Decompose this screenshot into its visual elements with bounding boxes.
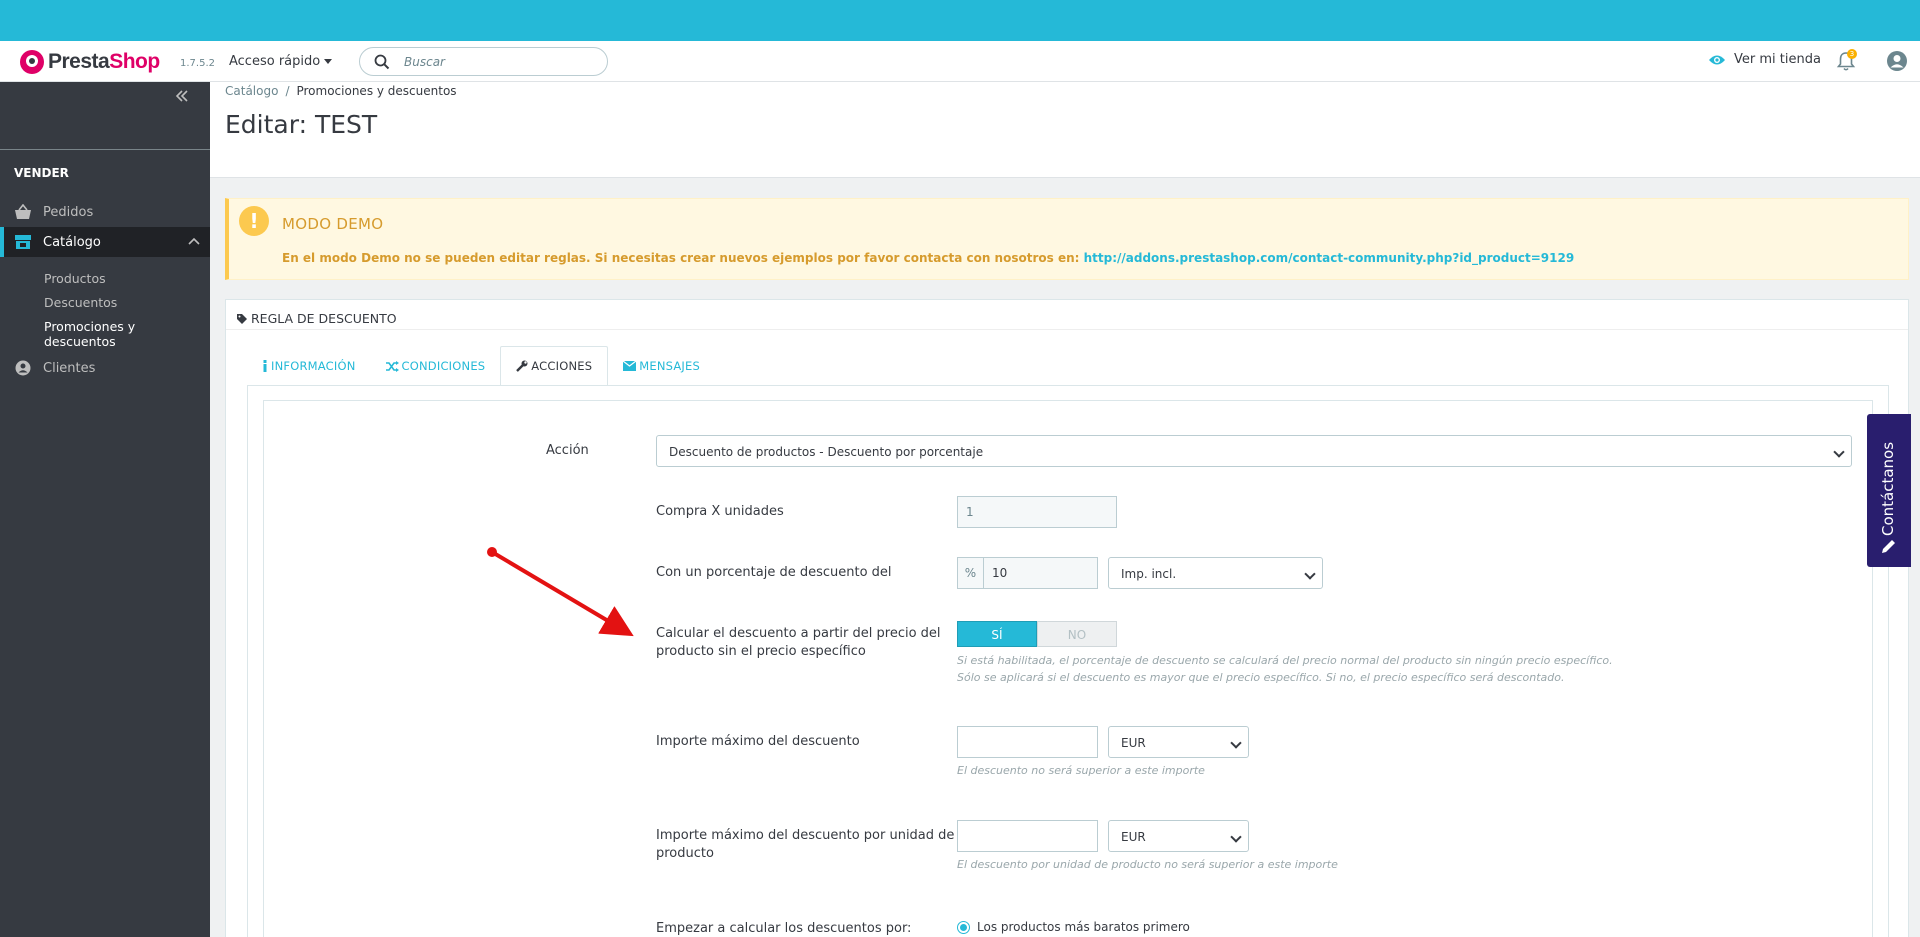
sidebar-section-heading: VENDER (14, 166, 69, 180)
prestashop-logo[interactable]: PrestaShop (20, 49, 160, 75)
max-unit-currency-select[interactable]: EUR (1108, 820, 1249, 852)
max-currency-select[interactable]: EUR (1108, 726, 1249, 758)
percent-addon: % (957, 557, 984, 589)
radio-label: Los productos más baratos primero (977, 920, 1190, 934)
page-title: Editar: TEST (225, 110, 378, 139)
breadcrumb-parent[interactable]: Catálogo (225, 84, 278, 98)
breadcrumb: Catálogo / Promociones y descuentos (225, 84, 457, 98)
tab-actions[interactable]: ACCIONES (500, 346, 609, 386)
search-icon[interactable] (374, 54, 390, 70)
sidebar-item-catalog[interactable]: Catálogo (0, 227, 210, 257)
sidebar: VENDER Pedidos Catálogo Productos Descue… (0, 82, 210, 937)
exclamation-icon: ! (239, 206, 269, 236)
action-select[interactable]: Descuento de productos - Descuento por p… (656, 435, 1852, 467)
sidebar-item-label: Pedidos (43, 204, 94, 220)
buy-x-label: Compra X unidades (656, 504, 784, 519)
sidebar-item-customers[interactable]: Clientes (0, 353, 210, 383)
tax-select[interactable]: Imp. incl. (1108, 557, 1323, 589)
tab-messages[interactable]: MENSAJES (608, 346, 715, 386)
tab-label: CONDICIONES (401, 359, 486, 373)
contact-us-tab[interactable]: Contáctanos (1867, 414, 1911, 567)
user-circle-icon (14, 359, 32, 377)
envelope-icon (623, 361, 637, 371)
chevron-up-icon (188, 237, 200, 245)
panel-heading-label: REGLA DE DESCUENTO (251, 311, 397, 326)
tab-conditions[interactable]: CONDICIONES (371, 346, 501, 386)
search-box (359, 47, 608, 76)
info-icon (263, 360, 267, 372)
eye-icon (1709, 55, 1725, 64)
sidebar-subitem-promotions[interactable]: Promociones y descuentos (44, 319, 210, 349)
max-unit-label-line1: Importe máximo del descuento por unidad … (656, 828, 955, 843)
top-color-bar (0, 0, 1920, 41)
header: PrestaShop 1.7.5.2 Acceso rápido Ver mi … (0, 41, 1920, 82)
toggle-yes-button[interactable]: SÍ (957, 621, 1037, 647)
sidebar-item-label: Catálogo (43, 234, 101, 250)
demo-mode-alert: ! MODO DEMO En el modo Demo no se pueden… (225, 198, 1909, 280)
toggle-no-button[interactable]: NO (1037, 621, 1117, 647)
action-label: Acción (546, 443, 589, 458)
sidebar-subitem-discounts[interactable]: Descuentos (44, 295, 117, 310)
wrench-icon (516, 360, 528, 372)
calc-label-line1: Calcular el descuento a partir del preci… (656, 626, 941, 641)
calc-label-line2: producto sin el precio específico (656, 644, 866, 659)
tab-label: MENSAJES (639, 359, 700, 373)
alert-message: En el modo Demo no se pueden editar regl… (282, 251, 1084, 265)
contact-us-label: Contáctanos (1879, 441, 1897, 536)
percent-input[interactable]: 10 (983, 557, 1098, 589)
collapse-sidebar-icon[interactable] (174, 88, 190, 104)
quick-access-dropdown[interactable]: Acceso rápido (229, 54, 332, 69)
view-store-link[interactable]: Ver mi tienda (1708, 52, 1821, 67)
buy-x-input[interactable]: 1 (957, 496, 1117, 528)
alert-link[interactable]: http://addons.prestashop.com/contact-com… (1084, 251, 1575, 265)
percent-label: Con un porcentaje de descuento del (656, 565, 892, 580)
calc-help-line2: Sólo se aplicará si el descuento es mayo… (957, 671, 1565, 684)
max-unit-label-line2: producto (656, 846, 714, 861)
sidebar-subitem-products[interactable]: Productos (44, 271, 106, 286)
panel-heading: REGLA DE DESCUENTO (226, 300, 1908, 330)
tab-label: INFORMACIÓN (271, 359, 356, 373)
max-amount-help: El descuento no será superior a este imp… (957, 764, 1205, 777)
search-input[interactable] (404, 53, 594, 71)
radio-button[interactable] (957, 920, 970, 934)
logo-text-b: Shop (109, 50, 160, 73)
cheapest-first-option[interactable]: Los productos más baratos primero (957, 920, 1190, 934)
max-amount-input[interactable] (957, 726, 1098, 758)
view-store-label: Ver mi tienda (1734, 52, 1821, 67)
version-label: 1.7.5.2 (180, 58, 215, 69)
max-unit-input[interactable] (957, 820, 1098, 852)
max-amount-label: Importe máximo del descuento (656, 734, 860, 749)
tab-label: ACCIONES (531, 359, 593, 373)
sidebar-divider (0, 149, 210, 150)
shuffle-icon (385, 360, 399, 372)
sidebar-item-label: Clientes (43, 360, 96, 376)
basket-icon (14, 203, 32, 221)
max-unit-help: El descuento por unidad de producto no s… (957, 858, 1338, 871)
notification-badge: 3 (1847, 49, 1857, 59)
calc-toggle[interactable]: SÍ NO (957, 621, 1117, 647)
sidebar-item-orders[interactable]: Pedidos (0, 197, 210, 227)
alert-text: En el modo Demo no se pueden editar regl… (282, 251, 1574, 265)
tab-information[interactable]: INFORMACIÓN (247, 346, 371, 386)
tab-bar: INFORMACIÓN CONDICIONES ACCIONES MENSAJE… (247, 346, 715, 386)
user-avatar-icon[interactable] (1886, 50, 1908, 72)
start-calc-label: Empezar a calcular los descuentos por: (656, 921, 912, 936)
red-arrow-annotation (487, 547, 634, 637)
store-icon (14, 233, 32, 251)
pencil-icon (1882, 540, 1895, 553)
breadcrumb-current: Promociones y descuentos (296, 84, 457, 98)
logo-text-a: Presta (48, 50, 110, 73)
puffin-logo-icon (20, 50, 44, 74)
tag-icon (237, 313, 247, 324)
calc-help-line1: Si está habilitada, el porcentaje de des… (957, 654, 1613, 667)
page-header-area (210, 82, 1920, 178)
alert-title: MODO DEMO (282, 215, 384, 233)
breadcrumb-separator: / (285, 84, 290, 98)
